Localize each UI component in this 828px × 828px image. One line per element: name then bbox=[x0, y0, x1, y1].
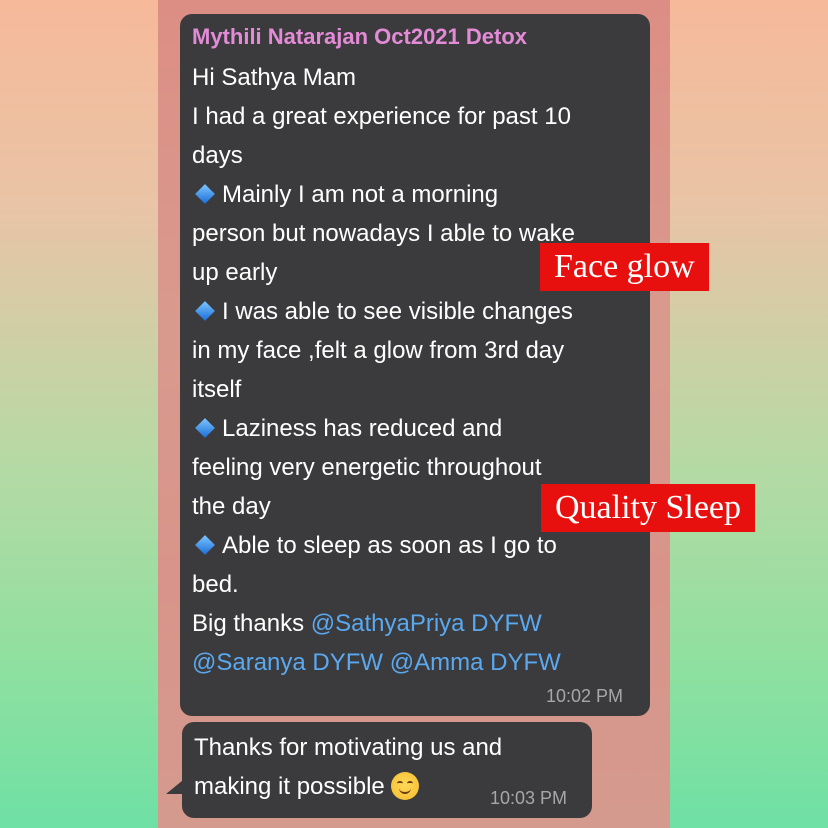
message-line: making it possible bbox=[194, 767, 419, 806]
message-line: Thanks for motivating us and bbox=[194, 734, 503, 761]
blue-diamond-icon bbox=[195, 534, 215, 555]
blue-diamond-icon bbox=[195, 183, 215, 204]
smiling-face-icon bbox=[390, 771, 419, 800]
message-line: I was able to see visible changes bbox=[192, 292, 573, 331]
chat-screen: Mythili Natarajan Oct2021 Detox Hi Sathy… bbox=[158, 0, 670, 828]
message-line: the day bbox=[192, 493, 271, 520]
message-bubble[interactable]: Mythili Natarajan Oct2021 Detox Hi Sathy… bbox=[180, 14, 650, 716]
message-line: person but nowadays I able to wake bbox=[192, 220, 575, 247]
message-line: Big thanks @SathyaPriya DYFW bbox=[192, 610, 542, 637]
message-line: Hi Sathya Mam bbox=[192, 64, 357, 91]
quality-sleep-label: Quality Sleep bbox=[541, 484, 756, 532]
sender-name[interactable]: Mythili Natarajan Oct2021 Detox bbox=[192, 24, 527, 50]
message-line: I had a great experience for past 10 bbox=[192, 103, 571, 130]
message-line: bed. bbox=[192, 571, 239, 598]
message-timestamp: 10:03 PM bbox=[490, 788, 568, 808]
message-line: Able to sleep as soon as I go to bbox=[192, 526, 557, 565]
message-line: feeling very energetic throughout bbox=[192, 454, 542, 481]
message-line: in my face ,felt a glow from 3rd day bbox=[192, 337, 565, 364]
face-glow-label: Face glow bbox=[540, 243, 709, 291]
message-line: Mainly I am not a morning bbox=[192, 175, 498, 214]
mention-link[interactable]: @SathyaPriya DYFW bbox=[311, 610, 542, 637]
message-line: itself bbox=[192, 376, 242, 403]
message-line: Laziness has reduced and bbox=[192, 409, 502, 448]
mention-link[interactable]: @Amma DYFW bbox=[390, 649, 561, 676]
message-line: days bbox=[192, 142, 243, 169]
blue-diamond-icon bbox=[195, 300, 215, 321]
message-timestamp: 10:02 PM bbox=[546, 686, 624, 706]
message-line: up early bbox=[192, 259, 278, 286]
message-bubble[interactable]: Thanks for motivating us and making it p… bbox=[182, 722, 592, 818]
message-line: @Saranya DYFW @Amma DYFW bbox=[192, 643, 561, 682]
mention-link[interactable]: @Saranya DYFW bbox=[192, 649, 383, 676]
blue-diamond-icon bbox=[195, 417, 215, 438]
